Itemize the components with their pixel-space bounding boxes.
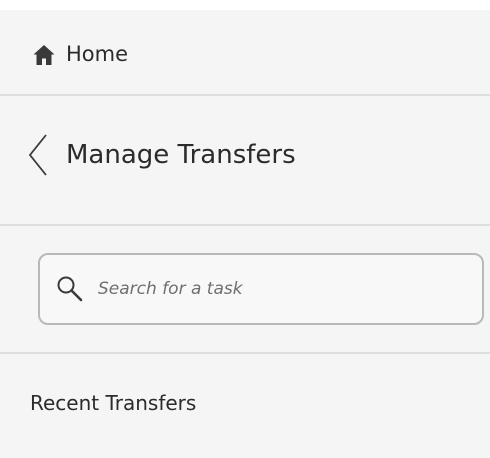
recent-transfers-section[interactable]: Recent Transfers <box>0 356 490 458</box>
search-input[interactable] <box>98 273 468 305</box>
divider <box>0 352 490 354</box>
recent-transfers-label: Recent Transfers <box>30 391 197 415</box>
top-strip <box>0 0 490 10</box>
navigation-panel: Home Manage Transfers Recent Transfers <box>0 0 490 458</box>
page-title: Manage Transfers <box>66 140 296 170</box>
chevron-left-icon[interactable] <box>28 133 48 177</box>
search-box[interactable] <box>38 253 484 325</box>
home-icon <box>33 45 55 65</box>
search-icon <box>57 276 83 302</box>
search-area <box>0 226 490 352</box>
home-link[interactable]: Home <box>0 10 490 94</box>
home-label: Home <box>66 42 129 66</box>
page-header: Manage Transfers <box>0 96 490 224</box>
